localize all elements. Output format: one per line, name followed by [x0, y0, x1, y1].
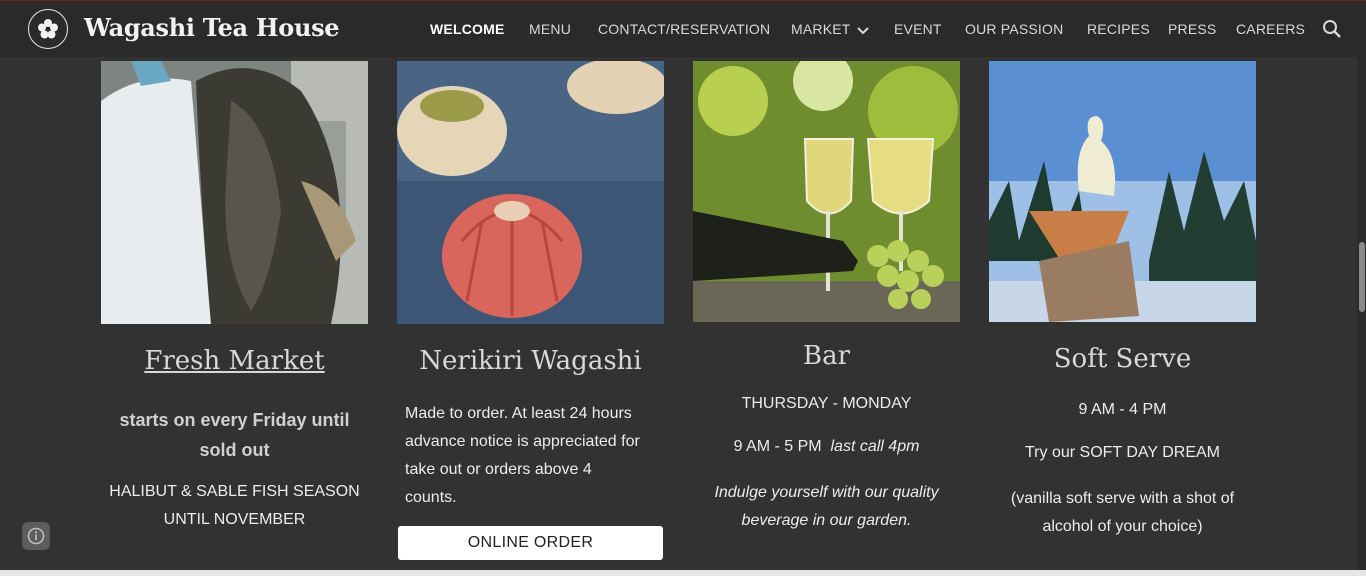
fresh-market-season-line2: UNTIL NOVEMBER	[163, 511, 306, 528]
site-title[interactable]: Wagashi Tea House	[84, 13, 340, 42]
fresh-market-schedule: starts on every Friday until sold out	[101, 405, 368, 465]
bar-hours-row: 9 AM - 5 PM last call 4pm	[693, 438, 960, 456]
bar-last-call: last call 4pm	[830, 438, 920, 455]
scrollbar-thumb[interactable]	[1359, 242, 1365, 312]
bar-hours: 9 AM - 5 PM	[733, 438, 822, 455]
bar-title: Bar	[802, 341, 851, 371]
bar-description-line1: Indulge yourself with our quality	[714, 484, 939, 501]
nerikiri-description-line1: Made to order. At least 24 hours	[405, 405, 632, 422]
soft-serve-description-line1: (vanilla soft serve with a shot of	[1010, 490, 1235, 507]
soft-serve-hours: 9 AM - 4 PM	[1078, 401, 1167, 418]
bar-photo	[693, 61, 960, 322]
bar-description: Indulge yourself with our quality bevera…	[693, 479, 960, 535]
fresh-market-schedule-line1: starts on every Friday until	[119, 410, 350, 430]
nav-recipes[interactable]: RECIPES	[1087, 21, 1150, 37]
nerikiri-description: Made to order. At least 24 hours advance…	[405, 400, 665, 512]
soft-serve-promo: Try our SOFT DAY DREAM	[1025, 444, 1220, 461]
fresh-market-photo	[101, 61, 368, 324]
fresh-market-title-link[interactable]: Fresh Market	[101, 346, 368, 376]
online-order-button[interactable]: ONLINE ORDER	[398, 526, 663, 560]
info-icon	[27, 527, 45, 545]
nerikiri-description-line2: advance notice is appreciated for	[405, 433, 640, 450]
cherry-blossom-icon	[38, 19, 58, 39]
soft-serve-description: (vanilla soft serve with a shot of alcoh…	[989, 485, 1256, 541]
soft-serve-title: Soft Serve	[1053, 344, 1192, 374]
soft-serve-description-line2: alcohol of your choice)	[1042, 518, 1203, 535]
nav-menu[interactable]: MENU	[529, 21, 571, 37]
page-bottom-edge	[0, 570, 1366, 576]
soft-serve-photo	[989, 61, 1256, 322]
nerikiri-description-line4: counts.	[405, 489, 457, 506]
fresh-market-season: HALIBUT & SABLE FISH SEASON UNTIL NOVEMB…	[101, 478, 368, 534]
bar-description-line2: beverage in our garden.	[741, 512, 912, 529]
nav-market[interactable]: MARKET	[791, 21, 869, 38]
nav-market-label: MARKET	[791, 21, 851, 37]
nav-careers[interactable]: CAREERS	[1236, 21, 1305, 37]
nav-press[interactable]: PRESS	[1168, 21, 1216, 37]
scrollbar-track[interactable]	[1357, 57, 1366, 576]
nerikiri-title: Nerikiri Wagashi	[419, 346, 642, 376]
site-header: Wagashi Tea House WELCOME MENU CONTACT/R…	[0, 0, 1366, 57]
nav-our-passion[interactable]: OUR PASSION	[965, 21, 1063, 37]
site-logo[interactable]	[28, 9, 68, 49]
nerikiri-wagashi-photo	[397, 61, 664, 324]
nav-contact-reservation[interactable]: CONTACT/RESERVATION	[598, 21, 770, 37]
fresh-market-season-line1: HALIBUT & SABLE FISH SEASON	[109, 483, 360, 500]
fresh-market-schedule-line2: sold out	[199, 440, 270, 460]
bar-days: THURSDAY - MONDAY	[741, 395, 912, 412]
nav-event[interactable]: EVENT	[894, 21, 942, 37]
nerikiri-description-line3: take out or orders above 4	[405, 461, 592, 478]
nav-welcome[interactable]: WELCOME	[430, 21, 505, 37]
site-info-button[interactable]	[22, 522, 50, 550]
search-icon[interactable]	[1322, 19, 1342, 43]
chevron-down-icon[interactable]	[856, 22, 869, 38]
